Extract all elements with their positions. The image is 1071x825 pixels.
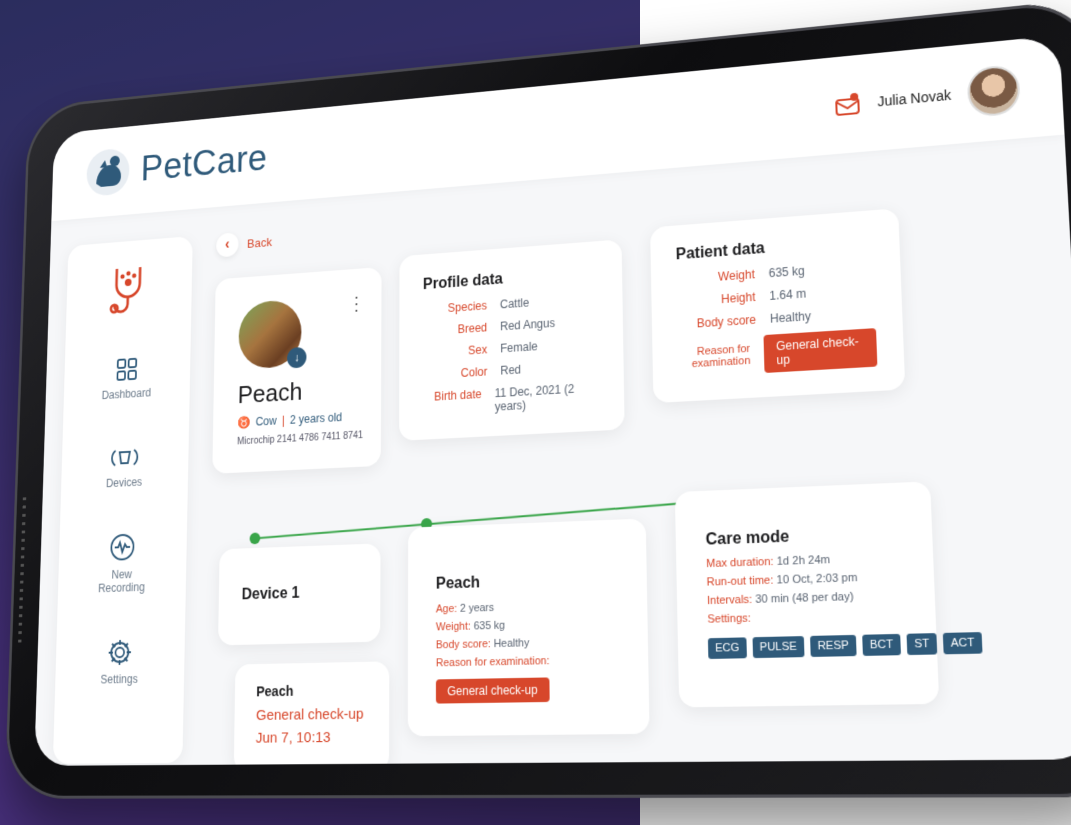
nav-label: New Recording <box>97 567 145 596</box>
app-title: PetCare <box>140 137 268 189</box>
pet-card: ↓ ⋮ Peach ♉ Cow | 2 years old Microchip … <box>212 266 382 474</box>
devices-icon <box>109 444 140 471</box>
pet-microchip: Microchip 2141 4786 7411 8741 <box>237 430 363 447</box>
recording-date: Jun 7, 10:13 <box>255 729 331 747</box>
tag-pulse[interactable]: PULSE <box>752 636 805 659</box>
app-logo[interactable]: PetCare <box>84 132 268 198</box>
dashboard-icon <box>115 356 139 383</box>
patient-reason-row: Reason for examination General check-up <box>678 328 878 378</box>
settings-tags: ECG PULSE RESP BCT ST ACT <box>707 632 983 659</box>
device-card[interactable]: Device 1 <box>218 543 381 646</box>
patient-row: Height 1.64 m <box>720 286 807 307</box>
nav-dashboard[interactable]: Dashboard <box>64 352 191 404</box>
chevron-left-icon: ‹ <box>216 232 239 258</box>
profile-row: Birth date 11 Dec, 2021 (2 years) <box>434 381 575 414</box>
tag-act[interactable]: ACT <box>942 632 983 655</box>
nav-new-recording[interactable]: New Recording <box>58 530 187 597</box>
stethoscope-paw-icon <box>106 261 152 318</box>
patient-title: Patient data <box>675 240 765 264</box>
nav-label: Devices <box>105 475 143 491</box>
nav-label: Dashboard <box>101 386 152 402</box>
more-options-icon[interactable]: ⋮ <box>347 293 365 315</box>
recording-card[interactable]: Peach General check-up Jun 7, 10:13 <box>233 661 390 766</box>
pet-meta: ♉ Cow | 2 years old <box>237 410 342 429</box>
patient-row: Body score Healthy <box>696 309 812 331</box>
user-area: Julia Novak <box>832 63 1021 130</box>
user-name[interactable]: Julia Novak <box>877 87 952 109</box>
patient-data-card: Patient data Weight 635 kg Height 1.64 m B… <box>650 208 906 404</box>
tag-bct[interactable]: BCT <box>862 633 901 656</box>
profile-row: Sex Female <box>468 339 538 358</box>
nav-devices[interactable]: Devices <box>61 441 189 492</box>
peach-row: Age: 2 years <box>435 601 495 616</box>
user-avatar[interactable] <box>966 63 1021 118</box>
peach-detail-card: Peach Age: 2 years Weight: 635 kg Body s… <box>407 518 650 737</box>
reason-pill[interactable]: General check-up <box>763 328 878 373</box>
care-mode-title: Care mode <box>705 528 790 549</box>
back-button[interactable]: ‹ Back <box>216 230 272 258</box>
petcare-logo-icon <box>86 147 130 198</box>
microchip-label: Microchip <box>237 434 275 448</box>
tag-st[interactable]: ST <box>906 633 938 656</box>
profile-row: Species Cattle <box>447 295 530 315</box>
microchip-value: 2141 4786 7411 8741 <box>276 430 364 446</box>
settings-label: Settings: <box>707 612 751 626</box>
cow-icon: ♉ <box>237 415 251 430</box>
care-row: Run-out time: 10 Oct, 2:03 pm <box>706 571 858 589</box>
recording-icon <box>108 532 136 563</box>
peach-reason-label: Reason for examination: <box>435 655 550 670</box>
peach-row: Weight: 635 kg <box>435 619 506 634</box>
reason-label: Reason for examination <box>691 342 751 371</box>
care-row: Max duration: 1d 2h 24m <box>706 553 831 571</box>
back-label: Back <box>246 234 273 251</box>
profile-row: Color Red <box>460 362 522 380</box>
peach-row: Body score: Healthy <box>435 637 530 652</box>
tag-resp[interactable]: RESP <box>809 634 857 657</box>
profile-row: Breed Red Angus <box>457 316 556 337</box>
pet-species: Cow <box>255 414 277 429</box>
recording-reason: General check-up <box>255 705 364 724</box>
peach-reason-pill[interactable]: General check-up <box>435 677 550 704</box>
pet-age: 2 years old <box>289 410 343 427</box>
care-mode-card: Care mode Max duration: 1d 2h 24m Run-ou… <box>674 481 983 708</box>
care-row: Intervals: 30 min (48 per day) <box>706 590 854 608</box>
tag-ecg[interactable]: ECG <box>707 637 747 659</box>
profile-data-card: Profile data Species Cattle Breed Red Angu… <box>399 239 625 441</box>
patient-row: Weight 635 kg <box>717 263 805 284</box>
profile-title: Profile data <box>422 271 503 293</box>
recording-pet: Peach <box>256 682 294 700</box>
nav-settings[interactable]: Settings <box>55 637 185 688</box>
pet-name: Peach <box>237 376 303 409</box>
notification-icon[interactable] <box>833 90 862 120</box>
gear-icon <box>107 638 133 667</box>
sidebar: Dashboard Devices New Recording Settings <box>52 235 193 764</box>
device-title: Device 1 <box>241 585 300 604</box>
download-icon[interactable]: ↓ <box>286 346 307 369</box>
peach-title: Peach <box>435 574 481 593</box>
nav-label: Settings <box>100 672 138 687</box>
app-screen: PetCare Julia Novak Dashboard Devices Ne… <box>34 35 1071 766</box>
separator: | <box>281 413 285 428</box>
tablet-device: PetCare Julia Novak Dashboard Devices Ne… <box>4 0 1071 799</box>
